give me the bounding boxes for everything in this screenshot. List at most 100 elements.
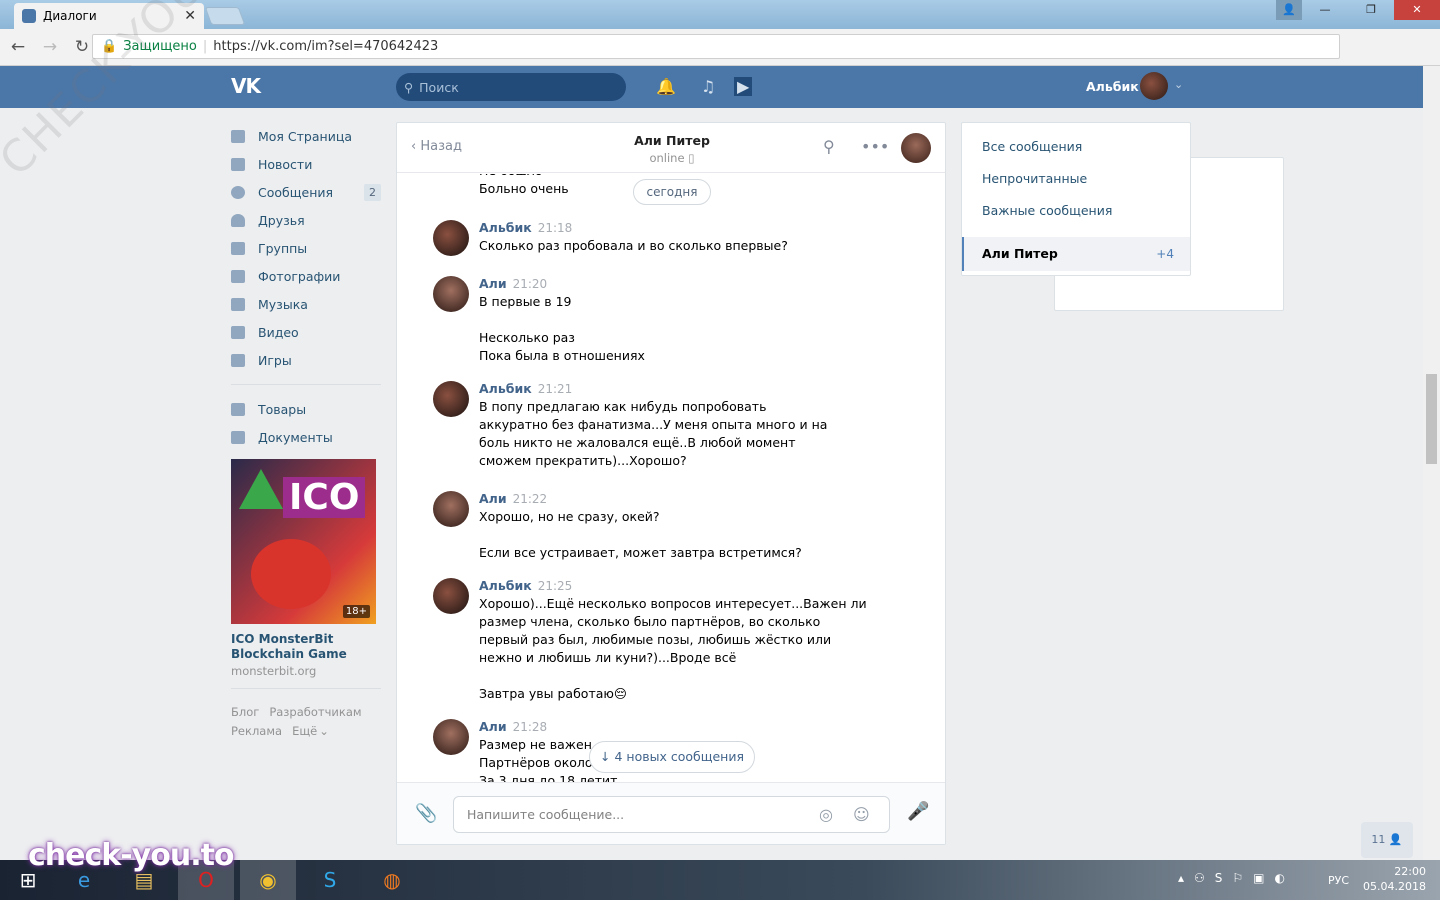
message-author[interactable]: Али 21:22 [479, 491, 547, 506]
avatar[interactable] [433, 220, 469, 256]
address-bar-row: ← → ↻ 🔒 Защищено | https://vk.com/im?sel… [0, 29, 1440, 311]
chevron-down-icon[interactable]: ⌄ [1174, 78, 1183, 91]
sidebar-divider [231, 688, 381, 689]
sidebar-item-video[interactable]: Видео [231, 318, 381, 346]
avatar[interactable] [433, 719, 469, 755]
play-icon[interactable]: ▶ [734, 77, 753, 96]
microphone-icon[interactable]: 🎤 [907, 801, 929, 822]
online-friends-counter[interactable]: 11 👤 [1361, 822, 1413, 858]
profile-icon[interactable]: 👤 [1276, 0, 1302, 20]
camera-icon[interactable]: ◎ [819, 805, 833, 824]
groups-icon [231, 241, 245, 255]
ad-url[interactable]: monsterbit.org [231, 664, 381, 678]
search-input[interactable]: ⚲ Поиск [396, 73, 626, 101]
online-count: 11 [1371, 833, 1386, 846]
chat-peer-avatar[interactable] [901, 133, 931, 163]
tab-title: Диалоги [43, 9, 97, 23]
sidebar-item-goods[interactable]: Товары [231, 395, 381, 423]
sidebar-item-label: Фотографии [258, 268, 341, 284]
filter-all-messages[interactable]: Все сообщения [962, 131, 1190, 163]
sidebar-footer: Блог Разработчикам Реклама Ещё ⌄ [231, 703, 381, 741]
clock-date: 05.04.2018 [1363, 880, 1426, 893]
firefox-icon[interactable]: ◍ [364, 860, 420, 900]
message-time: 21:28 [512, 720, 548, 734]
avatar[interactable] [433, 491, 469, 527]
chrome-icon[interactable]: ◉ [240, 860, 296, 900]
search-icon[interactable]: ⚲ [823, 137, 835, 156]
more-dots-icon[interactable]: ••• [861, 137, 889, 156]
forward-arrow-icon[interactable]: → [36, 37, 64, 57]
vk-header: VK ⚲ Поиск 🔔 ♫ ▶ Альбик ⌄ [0, 66, 1423, 108]
author-name: Али [479, 719, 507, 734]
page-scrollbar[interactable] [1423, 66, 1440, 860]
message-author[interactable]: Альбик 21:25 [479, 578, 572, 593]
bag-icon [231, 402, 245, 416]
sidebar-item-my-page[interactable]: Моя Страница [231, 122, 381, 150]
message-author[interactable]: Альбик 21:21 [479, 381, 572, 396]
message-list[interactable]: Не бошло Больно очень сегодня Альбик21:1… [397, 174, 945, 784]
sidebar-item-friends[interactable]: Друзья [231, 206, 381, 234]
header-avatar[interactable] [1140, 72, 1168, 100]
scrollbar-thumb[interactable] [1426, 374, 1437, 464]
footer-link-devs[interactable]: Разработчикам [269, 705, 361, 719]
avatar[interactable] [433, 276, 469, 312]
sidebar-item-label: Игры [258, 352, 292, 368]
sidebar-item-label: Новости [258, 156, 313, 172]
back-arrow-icon[interactable]: ← [4, 37, 32, 57]
games-icon [231, 353, 245, 367]
window-controls: 👤 — ❐ ✕ [1276, 0, 1440, 20]
footer-link-blog[interactable]: Блог [231, 705, 259, 719]
url-text[interactable]: https://vk.com/im?sel=470642423 [213, 39, 438, 54]
music-note-icon[interactable]: ♫ [701, 77, 715, 96]
conversation-item[interactable]: Али Питер +4 [962, 237, 1190, 271]
system-tray-icons[interactable]: ▴⚇S⚐▣◐ [1178, 871, 1295, 885]
sidebar-item-news[interactable]: Новости [231, 150, 381, 178]
omnibox[interactable]: 🔒 Защищено | https://vk.com/im?sel=47064… [92, 34, 1340, 311]
clock[interactable]: 22:00 05.04.2018 [1363, 864, 1426, 894]
message-time: 21:25 [537, 579, 573, 593]
footer-link-ads[interactable]: Реклама [231, 724, 282, 738]
message-author[interactable]: Альбик 21:18 [479, 220, 572, 235]
filter-unread[interactable]: Непрочитанные [962, 163, 1190, 195]
restore-button[interactable]: ❐ [1348, 0, 1394, 20]
message-author[interactable]: Али 21:28 [479, 719, 547, 734]
omnibox-separator: | [202, 39, 208, 54]
avatar[interactable] [433, 381, 469, 417]
sidebar-item-groups[interactable]: Группы [231, 234, 381, 262]
ad-title[interactable]: ICO MonsterBit Blockchain Game [231, 632, 381, 662]
vk-logo[interactable]: VK [231, 74, 261, 98]
ad-banner-image[interactable]: ICO 18+ [231, 459, 376, 624]
sidebar-item-messages[interactable]: Сообщения 2 [231, 178, 381, 206]
paperclip-icon[interactable]: 📎 [415, 803, 437, 824]
author-name: Альбик [479, 381, 532, 396]
footer-link-more[interactable]: Ещё [292, 724, 317, 738]
left-sidebar: Моя Страница Новости Сообщения 2 Друзья Г… [231, 122, 381, 741]
bell-icon[interactable]: 🔔 [656, 77, 676, 96]
sidebar-item-games[interactable]: Игры [231, 346, 381, 374]
browser-tab-strip: Диалоги ✕ 👤 — ❐ ✕ [0, 0, 1440, 29]
close-window-button[interactable]: ✕ [1394, 0, 1440, 20]
author-name: Али [479, 276, 507, 291]
mobile-icon: ▯ [688, 151, 695, 165]
new-messages-button[interactable]: ↓ 4 новых сообщения [589, 741, 755, 773]
filter-important[interactable]: Важные сообщения [962, 195, 1190, 227]
avatar[interactable] [433, 578, 469, 614]
language-indicator[interactable]: РУС [1328, 874, 1349, 887]
sidebar-item-label: Документы [258, 429, 333, 445]
skype-icon[interactable]: S [302, 860, 358, 900]
sidebar-item-photos[interactable]: Фотографии [231, 262, 381, 290]
minimize-button[interactable]: — [1302, 0, 1348, 20]
clock-time: 22:00 [1394, 865, 1426, 878]
new-tab-button[interactable] [204, 7, 246, 25]
message-time: 21:18 [537, 221, 573, 235]
message-text: Хорошо, но не сразу, окей? Если все устр… [479, 509, 802, 560]
age-rating-badge: 18+ [342, 605, 370, 618]
emoji-icon[interactable]: ☺ [853, 805, 870, 824]
search-icon: ⚲ [404, 79, 414, 95]
author-name: Альбик [479, 220, 532, 235]
sidebar-item-music[interactable]: Музыка [231, 290, 381, 318]
header-user-name[interactable]: Альбик [1086, 79, 1139, 94]
sidebar-item-label: Моя Страница [258, 128, 352, 144]
message-author[interactable]: Али 21:20 [479, 276, 547, 291]
sidebar-item-documents[interactable]: Документы [231, 423, 381, 451]
